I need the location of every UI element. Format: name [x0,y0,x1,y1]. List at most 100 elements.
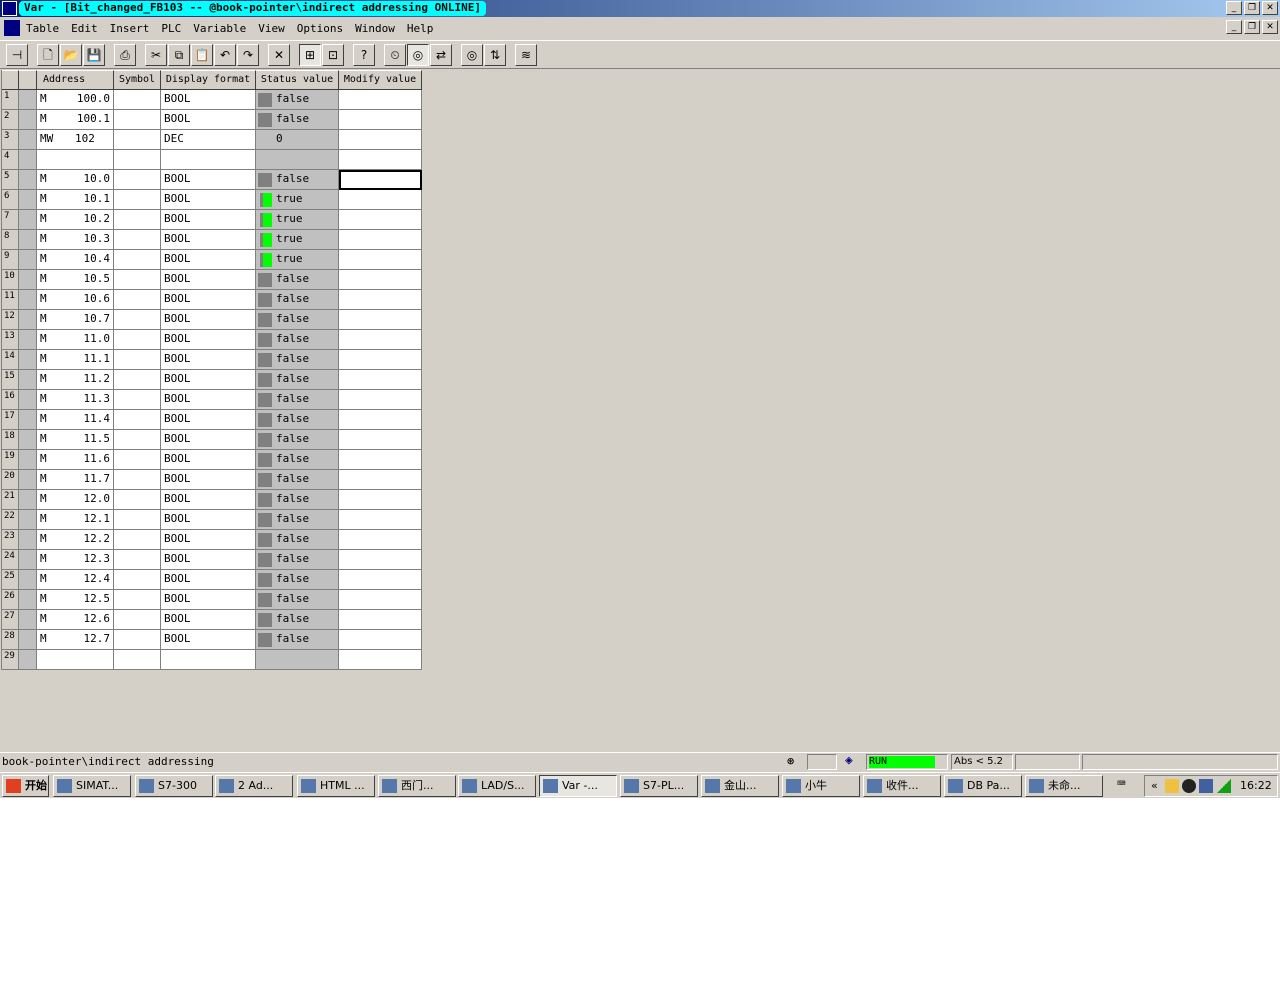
display-format-cell[interactable]: BOOL [161,190,256,210]
symbol-cell[interactable] [114,550,161,570]
address-cell[interactable]: M 11.0 [37,330,114,350]
display-format-cell[interactable]: BOOL [161,290,256,310]
row-selector[interactable] [19,630,37,650]
display-format-cell[interactable]: BOOL [161,490,256,510]
modify-value-cell[interactable] [339,230,422,250]
display-format-cell[interactable]: BOOL [161,370,256,390]
qq-icon[interactable] [1182,779,1196,793]
delete-button[interactable]: ✕ [268,43,290,66]
modify-value-cell[interactable] [339,330,422,350]
taskbar-item[interactable]: 2 Ad... [215,775,293,797]
modify-value-cell[interactable] [339,290,422,310]
row-selector[interactable] [19,330,37,350]
doc-restore-button[interactable]: ❐ [1244,20,1260,34]
modify-value-cell[interactable] [339,590,422,610]
row-number[interactable]: 11 [2,290,19,310]
symbol-cell[interactable] [114,150,161,170]
symbol-cell[interactable] [114,290,161,310]
header-modify-value[interactable]: Modify value [339,70,422,90]
modify-value-cell[interactable] [339,570,422,590]
row-number[interactable]: 1 [2,90,19,110]
address-cell[interactable]: M 10.5 [37,270,114,290]
minimize-button[interactable]: _ [1226,1,1242,15]
taskbar-item[interactable]: 西门... [378,775,456,797]
display-format-cell[interactable]: BOOL [161,550,256,570]
address-cell[interactable] [37,150,114,170]
symbol-cell[interactable] [114,590,161,610]
menu-insert[interactable]: Insert [110,22,150,35]
address-cell[interactable]: M 10.1 [37,190,114,210]
symbol-cell[interactable] [114,190,161,210]
symbol-cell[interactable] [114,410,161,430]
taskbar-item[interactable]: Var -... [539,775,617,797]
menu-table[interactable]: Table [26,22,59,35]
row-number[interactable]: 24 [2,550,19,570]
modify-value-cell[interactable] [339,470,422,490]
row-selector[interactable] [19,610,37,630]
row-number[interactable]: 23 [2,530,19,550]
symbol-cell[interactable] [114,330,161,350]
display-format-cell[interactable]: BOOL [161,350,256,370]
row-selector[interactable] [19,250,37,270]
taskbar-item[interactable]: LAD/S... [458,775,536,797]
taskbar-item[interactable]: 金山... [701,775,779,797]
symbol-cell[interactable] [114,450,161,470]
taskbar-item[interactable]: S7-300 [135,775,213,797]
modify-value-cell[interactable] [339,510,422,530]
modify-value-cell[interactable] [339,170,422,190]
row-selector[interactable] [19,410,37,430]
menu-window[interactable]: Window [355,22,395,35]
row-number[interactable]: 28 [2,630,19,650]
start-button[interactable]: 开始 [2,775,49,797]
row-selector[interactable] [19,150,37,170]
symbol-cell[interactable] [114,130,161,150]
symbol-cell[interactable] [114,650,161,670]
new-button[interactable]: 🗋 [37,43,59,66]
row-number[interactable]: 4 [2,150,19,170]
modify-value-cell[interactable] [339,390,422,410]
modify-value-cell[interactable] [339,150,422,170]
modify-once-button[interactable]: ⇅ [484,43,506,66]
header-address[interactable]: Address [37,70,114,90]
display-format-cell[interactable]: BOOL [161,450,256,470]
display-format-cell[interactable]: BOOL [161,590,256,610]
row-number[interactable]: 3 [2,130,19,150]
row-selector[interactable] [19,590,37,610]
symbol-cell[interactable] [114,310,161,330]
address-cell[interactable] [37,650,114,670]
row-number[interactable]: 9 [2,250,19,270]
expand-tray-icon[interactable]: « [1151,776,1158,796]
modify-value-cell[interactable] [339,430,422,450]
row-number[interactable]: 13 [2,330,19,350]
modify-value-cell[interactable] [339,650,422,670]
row-number[interactable]: 8 [2,230,19,250]
save-button[interactable]: 💾 [83,43,105,66]
symbol-cell[interactable] [114,370,161,390]
force-button[interactable]: ≋ [515,43,537,66]
address-cell[interactable]: M 12.6 [37,610,114,630]
row-selector[interactable] [19,290,37,310]
modify-value-cell[interactable] [339,550,422,570]
open-button[interactable]: 📂 [60,43,82,66]
row-selector[interactable] [19,450,37,470]
paste-button[interactable]: 📋 [191,43,213,66]
row-number[interactable]: 21 [2,490,19,510]
menu-options[interactable]: Options [297,22,343,35]
station-button[interactable]: ⊡ [322,43,344,66]
row-number[interactable]: 14 [2,350,19,370]
row-number[interactable]: 5 [2,170,19,190]
row-selector[interactable] [19,230,37,250]
doc-close-button[interactable]: ✕ [1262,20,1278,34]
modify-value-cell[interactable] [339,370,422,390]
modify-value-cell[interactable] [339,110,422,130]
row-selector[interactable] [19,370,37,390]
row-number[interactable]: 19 [2,450,19,470]
display-format-cell[interactable]: BOOL [161,330,256,350]
restore-button[interactable]: ❐ [1244,1,1260,15]
display-format-cell[interactable]: BOOL [161,230,256,250]
symbol-cell[interactable] [114,110,161,130]
taskbar-item[interactable]: 小牛 [782,775,860,797]
row-selector[interactable] [19,430,37,450]
row-selector[interactable] [19,210,37,230]
address-cell[interactable]: M 11.5 [37,430,114,450]
